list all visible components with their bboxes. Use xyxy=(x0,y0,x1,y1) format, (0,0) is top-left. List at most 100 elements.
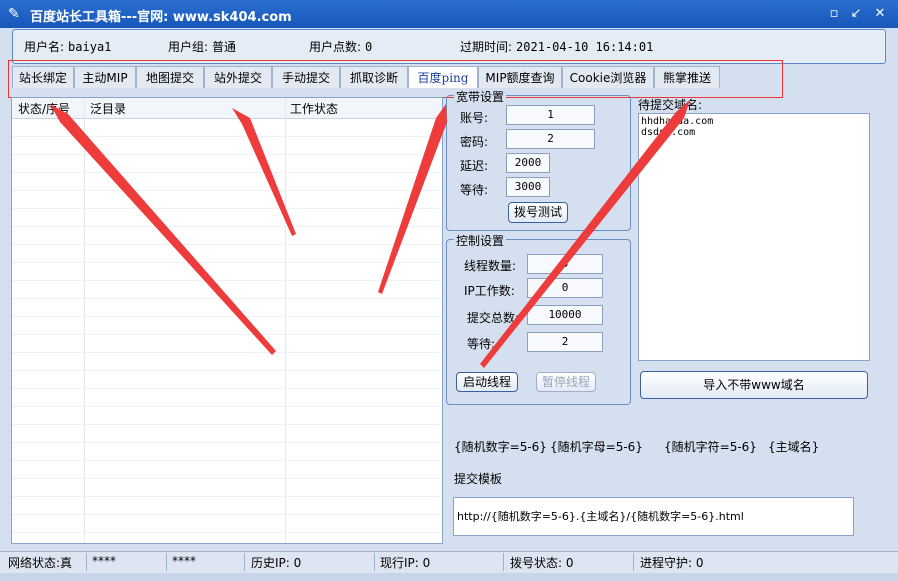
row-divider xyxy=(12,316,442,317)
current-ip-status: 现行IP: 0 xyxy=(380,554,430,571)
account-field[interactable]: 1 xyxy=(506,105,595,125)
window-title: 百度站长工具箱---官网: www.sk404.com xyxy=(30,10,292,25)
row-divider xyxy=(12,208,442,209)
row-divider xyxy=(12,244,442,245)
tabs-highlight-annotation xyxy=(8,60,783,98)
expire-info: 过期时间: 2021-04-10 16:14:01 xyxy=(460,38,653,55)
group-info: 用户组: 普通 xyxy=(168,38,236,55)
row-divider xyxy=(12,172,442,173)
column-divider xyxy=(285,98,286,543)
wait-field[interactable]: 3000 xyxy=(506,177,550,197)
row-divider xyxy=(12,406,442,407)
ip-count-field[interactable]: 0 xyxy=(527,278,603,298)
status-separator xyxy=(503,553,504,571)
user-info-panel xyxy=(12,29,886,64)
threads-label: 线程数量: xyxy=(464,259,517,273)
status-mask-1: **** xyxy=(92,554,116,568)
network-status-label: 网络状态: xyxy=(8,556,61,570)
control-wait-field[interactable]: 2 xyxy=(527,332,603,352)
points-info: 用户点数: 0 xyxy=(309,38,372,55)
submit-template-label: 提交模板 xyxy=(454,472,503,486)
pending-domains-textarea[interactable]: hhdhahda.com dsdsd.com xyxy=(638,113,870,361)
delay-field[interactable]: 2000 xyxy=(506,153,550,173)
expire-label: 过期时间: xyxy=(460,40,513,54)
username-label: 用户名: xyxy=(24,40,65,54)
dial-test-button[interactable]: 拨号测试 xyxy=(508,202,568,223)
row-divider xyxy=(12,262,442,263)
row-divider xyxy=(12,154,442,155)
token-random-digits[interactable]: {随机数字=5-6} xyxy=(454,438,547,455)
status-separator xyxy=(244,553,245,571)
row-divider xyxy=(12,298,442,299)
broadband-settings-title: 宽带设置 xyxy=(454,88,507,105)
row-divider xyxy=(12,370,442,371)
status-separator xyxy=(374,553,375,571)
status-separator xyxy=(86,553,87,571)
task-list[interactable] xyxy=(11,97,443,544)
expire-value: 2021-04-10 16:14:01 xyxy=(516,40,654,54)
window-bottom-edge xyxy=(0,573,898,581)
ip-count-label: IP工作数: xyxy=(464,284,515,298)
current-ip-value: 0 xyxy=(422,556,431,570)
wait-label: 等待: xyxy=(460,183,489,197)
network-status-value: 真 xyxy=(60,556,73,570)
row-divider xyxy=(12,496,442,497)
delay-label: 延迟: xyxy=(460,159,489,173)
token-random-letters[interactable]: {随机字母=5-6} xyxy=(550,438,643,455)
points-label: 用户点数: xyxy=(309,40,362,54)
process-guard-label: 进程守护: xyxy=(640,556,693,570)
list-header xyxy=(12,98,442,119)
row-divider xyxy=(12,280,442,281)
app-icon: ✎ xyxy=(8,6,20,22)
total-submit-label: 提交总数: xyxy=(467,311,520,325)
password-field[interactable]: 2 xyxy=(506,129,595,149)
column-work-status[interactable]: 工作状态 xyxy=(290,100,338,117)
network-status: 网络状态:真 xyxy=(8,554,72,571)
domain-line: dsdsd.com xyxy=(641,127,696,138)
history-ip-status: 历史IP: 0 xyxy=(251,554,301,571)
status-separator xyxy=(633,553,634,571)
submit-template-field[interactable]: http://{随机数字=5-6}.{主域名}/{随机数字=5-6}.html xyxy=(453,497,854,536)
row-divider xyxy=(12,226,442,227)
group-value: 普通 xyxy=(212,40,237,54)
threads-field[interactable]: 5 xyxy=(527,254,603,274)
row-divider xyxy=(12,514,442,515)
status-bar xyxy=(0,551,898,574)
pending-domains-label: 待提交域名: xyxy=(638,98,703,112)
pause-threads-button[interactable]: 暂停线程 xyxy=(536,372,596,392)
process-guard-status: 进程守护: 0 xyxy=(640,554,704,571)
control-settings-title: 控制设置 xyxy=(454,232,507,249)
row-divider xyxy=(12,334,442,335)
token-main-domain[interactable]: {主域名} xyxy=(768,438,819,455)
current-ip-label: 现行IP: xyxy=(380,556,419,570)
column-pan-directory[interactable]: 泛目录 xyxy=(90,100,126,117)
column-divider xyxy=(84,98,85,543)
dial-status-label: 拨号状态: xyxy=(510,556,563,570)
row-divider xyxy=(12,388,442,389)
status-mask-2: **** xyxy=(172,554,196,568)
close-icon[interactable]: ✕ xyxy=(872,6,888,22)
row-divider xyxy=(12,532,442,533)
row-divider xyxy=(12,478,442,479)
restore-icon[interactable]: ▫ xyxy=(826,6,842,22)
column-status-index[interactable]: 状态/序号 xyxy=(18,100,70,117)
start-threads-button[interactable]: 启动线程 xyxy=(456,372,518,392)
account-label: 账号: xyxy=(460,111,489,125)
history-ip-label: 历史IP: xyxy=(251,556,290,570)
minimize-icon[interactable]: ↙ xyxy=(848,6,864,22)
username-info: 用户名: baiya1 xyxy=(24,38,111,55)
group-label: 用户组: xyxy=(168,40,209,54)
domain-line: hhdhahda.com xyxy=(641,116,714,127)
dial-status-value: 0 xyxy=(565,556,574,570)
row-divider xyxy=(12,190,442,191)
username-value: baiya1 xyxy=(68,40,112,54)
status-separator xyxy=(166,553,167,571)
history-ip-value: 0 xyxy=(293,556,302,570)
total-submit-field[interactable]: 10000 xyxy=(527,305,603,325)
dial-status: 拨号状态: 0 xyxy=(510,554,574,571)
token-random-chars[interactable]: {随机字符=5-6} xyxy=(664,438,757,455)
points-value: 0 xyxy=(365,40,373,54)
password-label: 密码: xyxy=(460,135,489,149)
row-divider xyxy=(12,442,442,443)
import-domains-button[interactable]: 导入不带www域名 xyxy=(640,371,868,399)
